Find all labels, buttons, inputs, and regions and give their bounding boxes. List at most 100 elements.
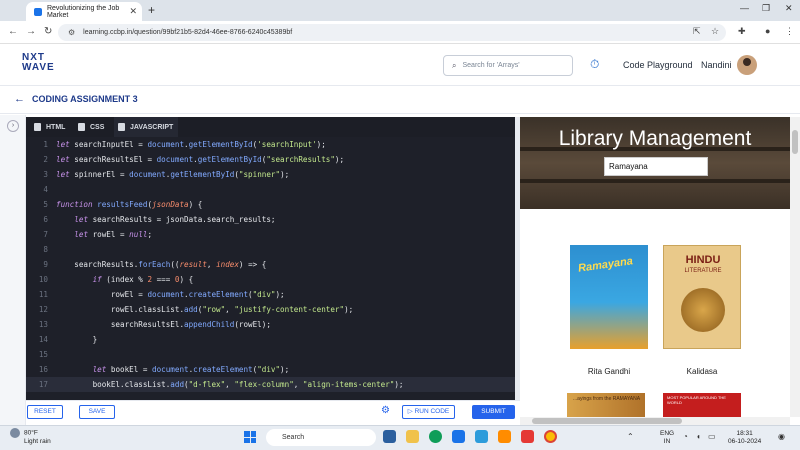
line-number: 16 (38, 365, 48, 374)
code-line[interactable]: 15 (26, 347, 515, 362)
preview-hscroll-thumb[interactable] (532, 418, 682, 424)
store-icon[interactable] (452, 430, 465, 443)
extensions-icon[interactable]: ✚ (738, 26, 746, 37)
open-in-app-icon[interactable]: ⇱ (693, 26, 701, 37)
wifi-icon[interactable]: ◔ (683, 432, 688, 441)
code-line[interactable]: 13 searchResultsEl.appendChild(rowEl); (26, 317, 515, 332)
preview-search-input[interactable]: Ramayana (604, 157, 708, 176)
preview-vertical-scrollbar[interactable] (790, 117, 800, 417)
edge-icon[interactable] (429, 430, 442, 443)
taskbar-search[interactable]: Search (266, 429, 376, 446)
code-playground-link[interactable]: Code Playground (623, 60, 693, 70)
timer-icon[interactable]: ⏱ (590, 57, 599, 72)
url-text: learning.ccbp.in/question/99bf21b5-82d4-… (83, 29, 293, 36)
forward-nav-icon[interactable]: → (26, 26, 36, 37)
code-text: let spinnerEl = document.getElementById(… (56, 170, 290, 179)
tab-html[interactable]: HTML (34, 117, 70, 137)
date: 06-10-2024 (728, 438, 762, 445)
app-icon[interactable] (475, 430, 488, 443)
search-input[interactable]: ⌕ Search for 'Arrays' (443, 55, 573, 76)
app-icon[interactable] (521, 430, 534, 443)
app-icon[interactable] (498, 430, 511, 443)
back-arrow-icon[interactable]: ← (14, 93, 25, 105)
minimize-icon[interactable]: — (740, 3, 749, 13)
submit-button[interactable]: SUBMIT (472, 405, 515, 419)
book-author: Rita Gandhi (587, 367, 631, 376)
site-info-icon[interactable]: ⚙ (68, 28, 75, 37)
maximize-icon[interactable]: ❐ (762, 3, 770, 14)
code-line[interactable]: 11 rowEl = document.createElement("div")… (26, 287, 515, 302)
editor-tabs: HTML CSS JAVASCRIPT (26, 117, 515, 137)
profile-icon[interactable]: ● (765, 26, 770, 36)
reset-button[interactable]: RESET (27, 405, 63, 419)
code-line[interactable]: 4 (26, 182, 515, 197)
language-indicator[interactable]: ENG IN (660, 430, 674, 446)
search-placeholder: Search for 'Arrays' (462, 62, 520, 69)
clock[interactable]: 18:31 06-10-2024 (728, 430, 761, 446)
chrome-icon[interactable] (544, 430, 557, 443)
code-editor[interactable]: 1 let searchInputEl = document.getElement… (26, 137, 515, 400)
tab-css[interactable]: CSS (78, 117, 110, 137)
line-number: 17 (38, 380, 48, 389)
avatar[interactable] (737, 55, 757, 75)
code-line[interactable]: 7 let rowEl = null; (26, 227, 515, 242)
new-tab-icon[interactable]: + (148, 3, 155, 17)
code-line[interactable]: 14 } (26, 332, 515, 347)
expand-panel-icon[interactable]: › (7, 120, 19, 132)
windows-start-icon[interactable] (244, 431, 256, 443)
code-line[interactable]: 17 bookEl.classList.add("d-flex", "flex-… (26, 377, 515, 392)
page-title: CODING ASSIGNMENT 3 (32, 94, 138, 104)
code-line[interactable]: 16 let bookEl = document.createElement("… (26, 362, 515, 377)
book-cover-title: MOST POPULAR AROUND THE WORLD (667, 395, 726, 405)
run-code-button[interactable]: ▷ RUN CODE (402, 405, 455, 419)
close-window-icon[interactable]: ✕ (785, 3, 793, 14)
taskview-icon[interactable] (383, 430, 396, 443)
book-cover[interactable]: MOST POPULAR AROUND THE WORLD (663, 393, 741, 417)
notification-icon[interactable]: ◉ (778, 432, 785, 441)
book-cover-subtitle: LITERATURE (684, 268, 722, 274)
code-line[interactable]: 5 function resultsFeed(jsonData) { (26, 197, 515, 212)
user-name[interactable]: Nandini (701, 60, 732, 70)
browser-tab[interactable]: Revolutionizing the Job Market ✕ (26, 2, 142, 21)
tab-javascript[interactable]: JAVASCRIPT (114, 117, 178, 137)
code-text: rowEl = document.createElement("div"); (56, 290, 285, 299)
book-cover[interactable]: ...ayings from the RAMAYANA (567, 393, 645, 417)
preview-heading: Library Management (558, 127, 752, 150)
code-line[interactable]: 3 let spinnerEl = document.getElementById… (26, 167, 515, 182)
line-number: 13 (38, 320, 48, 329)
tab-javascript-label: JAVASCRIPT (130, 123, 174, 131)
preview-scroll-thumb[interactable] (792, 130, 798, 154)
book-cover-title: Ramayana (577, 255, 634, 275)
save-button[interactable]: SAVE (79, 405, 115, 419)
back-nav-icon[interactable]: ← (8, 26, 18, 37)
url-field[interactable]: ⚙ learning.ccbp.in/question/99bf21b5-82d… (58, 24, 726, 41)
book-cover[interactable]: Ramayana (570, 245, 648, 349)
code-line[interactable]: 6 let searchResults = jsonData.search_re… (26, 212, 515, 227)
code-line[interactable]: 10 if (index % 2 === 0) { (26, 272, 515, 287)
cover-medallion-icon (681, 288, 725, 332)
reload-icon[interactable]: ↻ (44, 26, 52, 37)
code-line[interactable]: 9 searchResults.forEach((result, index) … (26, 257, 515, 272)
logo-line-2: WAVE (22, 62, 55, 73)
bookmark-star-icon[interactable]: ☆ (711, 26, 719, 37)
volume-icon[interactable]: ◖ (696, 432, 701, 441)
code-line[interactable]: 12 rowEl.classList.add("row", "justify-c… (26, 302, 515, 317)
close-tab-icon[interactable]: ✕ (129, 6, 137, 17)
tab-html-label: HTML (46, 123, 66, 131)
code-line[interactable]: 8 (26, 242, 515, 257)
line-number: 15 (38, 350, 48, 359)
file-explorer-icon[interactable] (406, 430, 419, 443)
battery-icon[interactable]: ▭ (708, 432, 716, 441)
code-line[interactable]: 1 let searchInputEl = document.getElement… (26, 137, 515, 152)
book-cover[interactable]: HINDU LITERATURE (663, 245, 741, 349)
tray-chevron-icon[interactable]: ⌃ (627, 432, 634, 441)
output-preview[interactable]: Library Management Ramayana Ramayana HIN… (520, 117, 790, 417)
weather-widget[interactable]: 80°F Light rain (10, 428, 51, 446)
line-number: 14 (38, 335, 48, 344)
book-cover-title: ...ayings from the RAMAYANA (573, 396, 641, 402)
code-line[interactable]: 2 let searchResultsEl = document.getEleme… (26, 152, 515, 167)
menu-icon[interactable]: ⋮ (785, 26, 794, 37)
taskbar-search-label: Search (282, 434, 305, 441)
nxtwave-logo[interactable]: NXT WAVE (22, 53, 55, 73)
settings-gear-icon[interactable]: ⚙ (381, 405, 390, 416)
